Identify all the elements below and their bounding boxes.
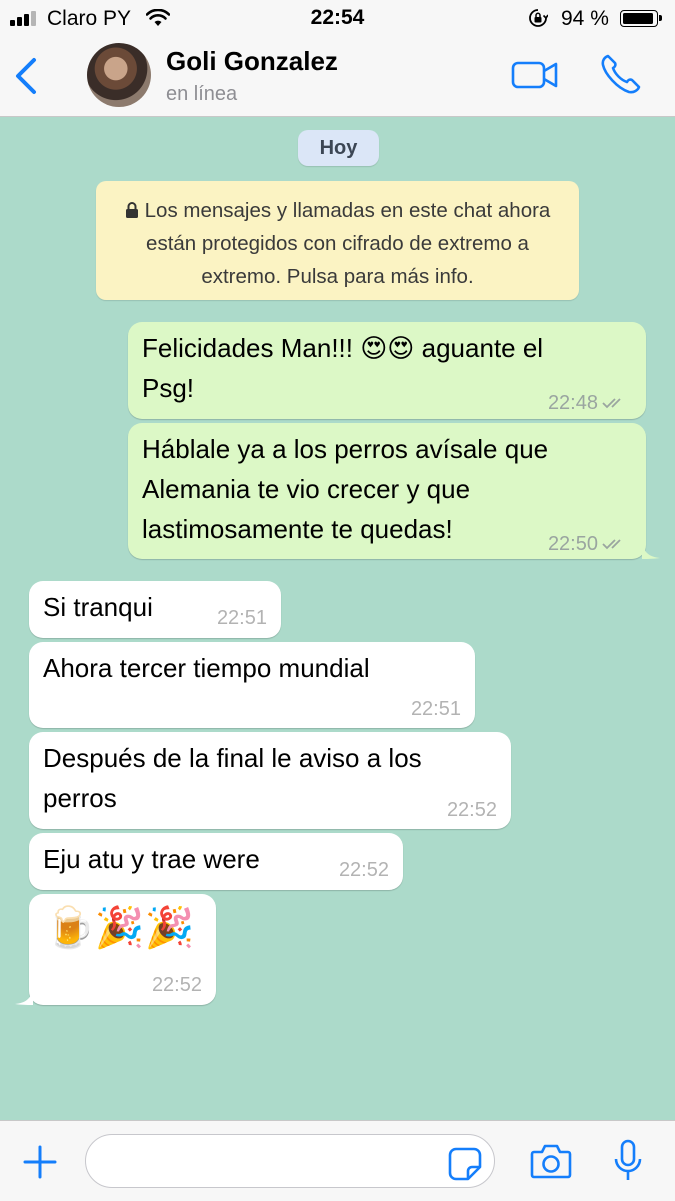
plus-icon[interactable] (22, 1144, 58, 1180)
incoming-message[interactable]: Si tranqui 22:51 (29, 581, 281, 638)
message-text: Eju atu y trae were (43, 844, 260, 874)
battery-percentage: 94 % (561, 7, 609, 30)
double-check-icon (602, 398, 621, 409)
bubble-tail (642, 543, 660, 559)
message-text: Felicidades Man!!! 😍😍 aguante el Psg! (142, 333, 544, 403)
message-time: 22:52 (338, 859, 389, 881)
chat-area[interactable]: Hoy Los mensajes y llamadas en este chat… (0, 117, 675, 1120)
date-label: Hoy (298, 130, 379, 166)
message-text: 🍺🎉🎉 (45, 906, 195, 950)
chevron-left-icon[interactable] (12, 54, 42, 98)
battery-icon (620, 10, 662, 27)
contact-name[interactable]: Goli Gonzalez (166, 46, 338, 77)
incoming-message[interactable]: 🍺🎉🎉 22:52 (15, 894, 216, 1005)
message-meta: 22:48 (548, 392, 628, 414)
message-text: Háblale ya a los perros avísale que Alem… (142, 434, 549, 544)
status-bar: Claro PY 22:54 94 % (0, 0, 675, 38)
incoming-message[interactable]: Eju atu y trae were 22:52 (29, 833, 403, 890)
padlock-icon (125, 202, 138, 218)
sticker-icon[interactable] (448, 1147, 482, 1181)
message-time: 22:51 (216, 607, 267, 629)
message-text: Ahora tercer tiempo mundial (43, 653, 370, 683)
microphone-icon[interactable] (612, 1139, 644, 1183)
phone-icon[interactable] (599, 52, 643, 96)
double-check-icon (602, 539, 621, 550)
avatar[interactable] (87, 43, 151, 107)
encryption-notice-text: Los mensajes y llamadas en este chat aho… (144, 199, 551, 288)
chat-header: Goli Gonzalez en línea (0, 38, 675, 117)
outgoing-message[interactable]: Háblale ya a los perros avísale que Alem… (128, 423, 660, 559)
outgoing-message[interactable]: Felicidades Man!!! 😍😍 aguante el Psg! 22… (128, 322, 646, 419)
encryption-notice[interactable]: Los mensajes y llamadas en este chat aho… (96, 181, 579, 300)
rotation-lock-icon (529, 9, 548, 27)
video-call-icon[interactable] (511, 58, 559, 92)
message-time: 22:52 (151, 974, 202, 996)
message-text: Si tranqui (43, 592, 153, 622)
message-input[interactable] (85, 1134, 495, 1188)
message-time: 22:48 (547, 392, 598, 414)
message-meta: 22:50 (548, 533, 628, 555)
contact-status: en línea (166, 83, 238, 105)
input-bar (0, 1120, 675, 1201)
message-time: 22:52 (446, 799, 497, 821)
incoming-message[interactable]: Después de la final le aviso a los perro… (29, 732, 511, 829)
bubble-tail (15, 989, 33, 1005)
message-time: 22:51 (410, 698, 461, 720)
message-text: Después de la final le aviso a los perro… (43, 743, 422, 813)
incoming-message[interactable]: Ahora tercer tiempo mundial 22:51 (29, 642, 475, 728)
camera-icon[interactable] (530, 1143, 572, 1179)
message-time: 22:50 (547, 533, 598, 555)
